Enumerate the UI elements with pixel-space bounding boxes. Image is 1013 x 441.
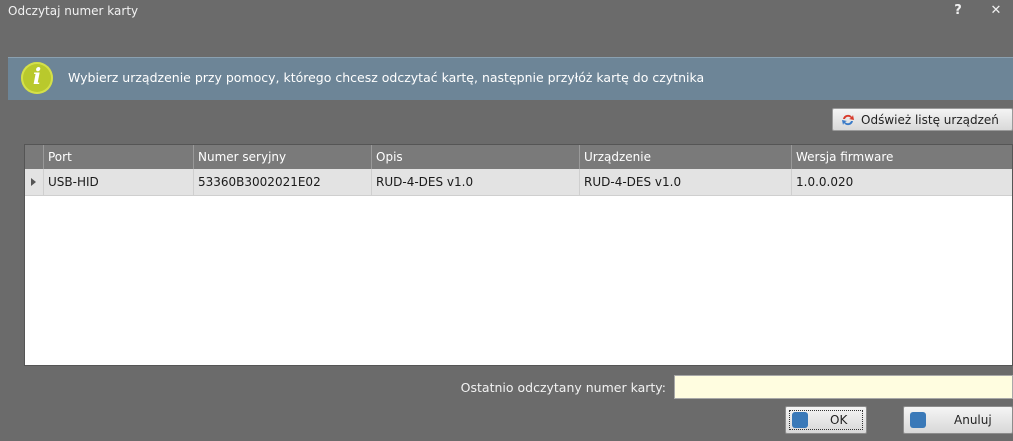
help-icon[interactable]: ? <box>950 3 966 19</box>
info-icon: i <box>21 62 53 94</box>
refresh-icon <box>842 114 854 126</box>
cancel-label: Anuluj <box>954 413 992 427</box>
info-message: Wybierz urządzenie przy pomocy, którego … <box>68 70 705 85</box>
grid-header: Port Numer seryjny Opis Urządzenie Wersj… <box>25 145 1012 169</box>
devices-grid[interactable]: Port Numer seryjny Opis Urządzenie Wersj… <box>24 144 1013 366</box>
info-banner: i Wybierz urządzenie przy pomocy, któreg… <box>8 57 1013 100</box>
refresh-devices-label: Odśwież listę urządzeń <box>861 113 999 127</box>
cell-serial: 53360B3002021E02 <box>193 169 371 195</box>
last-card-input[interactable] <box>674 375 1013 399</box>
ok-button[interactable]: OK <box>785 406 867 434</box>
last-card-label: Ostatnio odczytany numer karty: <box>460 380 666 395</box>
dialog-title: Odczytaj numer karty <box>8 4 139 18</box>
close-icon[interactable]: ✕ <box>988 3 1004 19</box>
table-row[interactable]: USB-HID 53360B3002021E02 RUD-4-DES v1.0 … <box>25 169 1012 196</box>
refresh-devices-button[interactable]: Odśwież listę urządzeń <box>832 108 1013 131</box>
column-header-firmware[interactable]: Wersja firmware <box>791 145 1012 169</box>
column-header-description[interactable]: Opis <box>371 145 579 169</box>
column-header-serial[interactable]: Numer seryjny <box>193 145 371 169</box>
cell-port: USB-HID <box>43 169 193 195</box>
user-cancel-icon <box>910 412 926 428</box>
row-indicator-icon <box>25 169 43 195</box>
ok-label: OK <box>830 413 848 427</box>
column-header-device[interactable]: Urządzenie <box>579 145 791 169</box>
cell-device: RUD-4-DES v1.0 <box>579 169 791 195</box>
cell-description: RUD-4-DES v1.0 <box>371 169 579 195</box>
title-bar: Odczytaj numer karty ? ✕ <box>0 0 1013 22</box>
cancel-button[interactable]: Anuluj <box>903 406 1013 434</box>
dialog-window: Odczytaj numer karty ? ✕ i Wybierz urząd… <box>0 0 1013 441</box>
column-header-port[interactable]: Port <box>43 145 193 169</box>
cell-firmware: 1.0.0.020 <box>791 169 1012 195</box>
user-ok-icon <box>792 412 808 428</box>
